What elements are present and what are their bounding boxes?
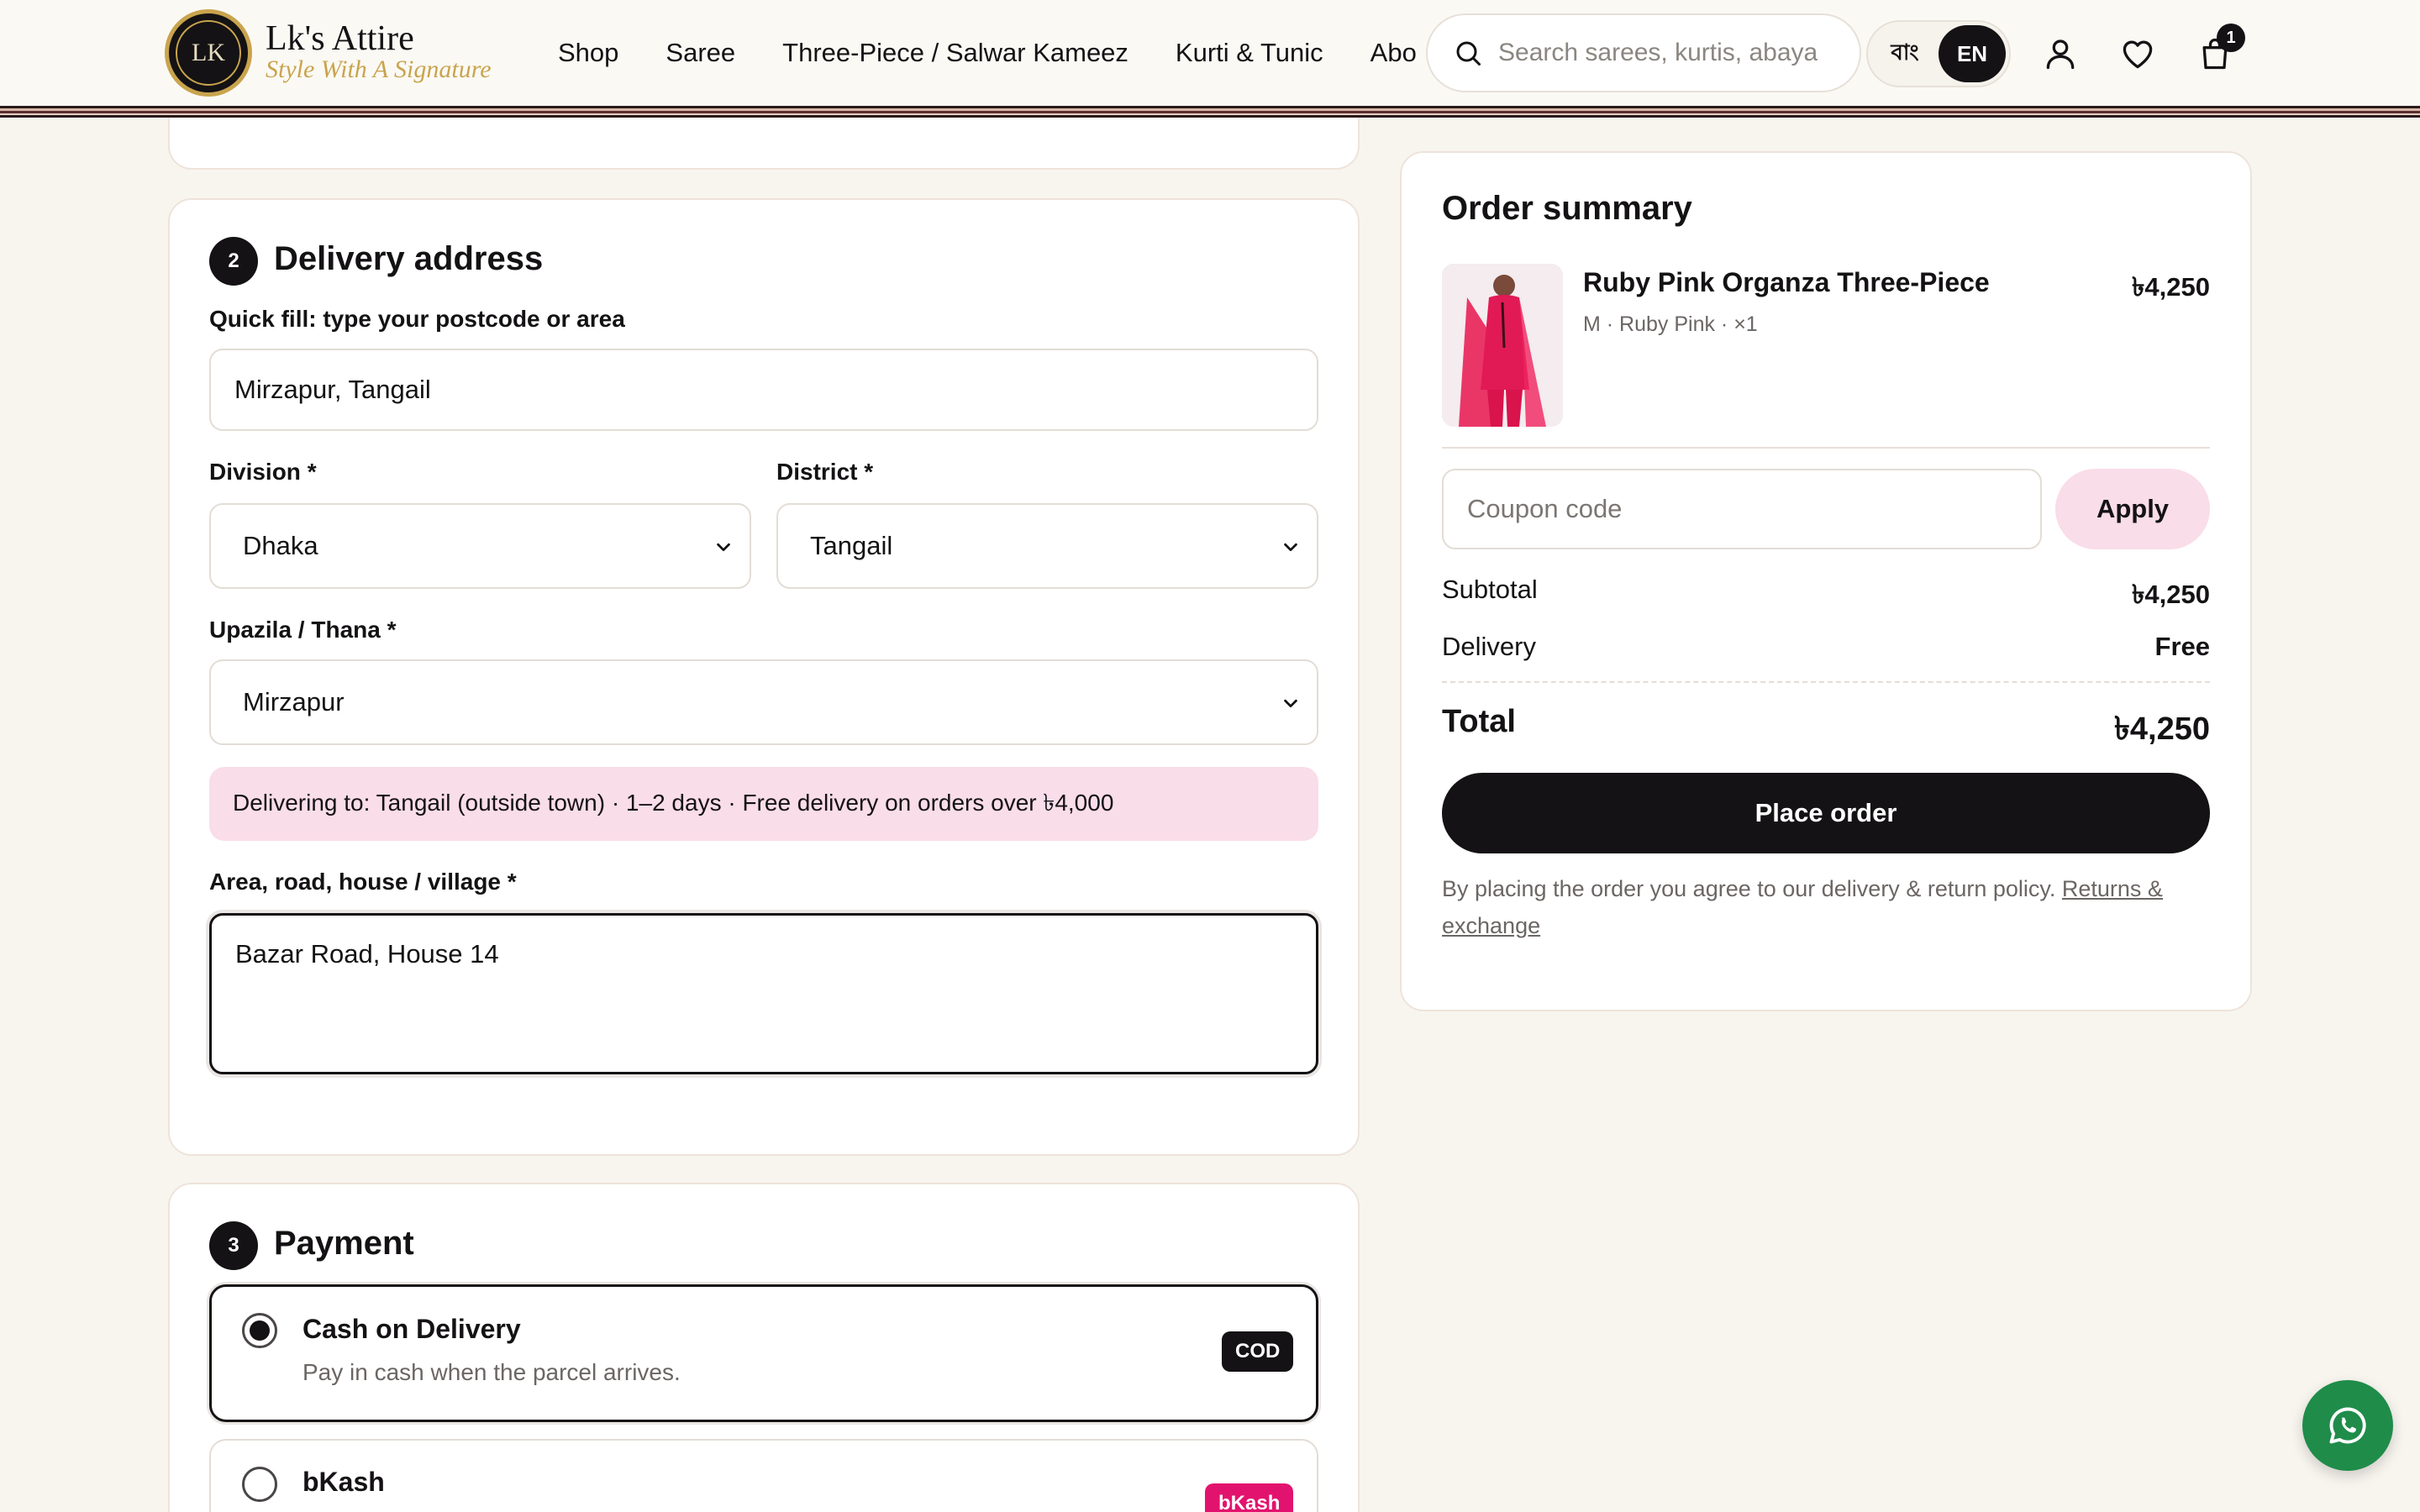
upazila-label: Upazila / Thana * xyxy=(209,617,397,643)
header-stripe xyxy=(0,106,2420,118)
nav-shop[interactable]: Shop xyxy=(558,32,618,74)
chevron-down-icon xyxy=(717,543,730,552)
nav-kurti-tunic[interactable]: Kurti & Tunic xyxy=(1176,32,1323,74)
place-order-button[interactable]: Place order xyxy=(1442,773,2210,853)
whatsapp-icon xyxy=(2329,1407,2366,1444)
policy-text: By placing the order you agree to our de… xyxy=(1442,876,2062,901)
subtotal-value: ৳4,250 xyxy=(2131,580,2210,609)
cart-count-badge: 1 xyxy=(2217,24,2245,52)
cod-radio[interactable] xyxy=(242,1313,277,1348)
nav-three-piece[interactable]: Three-Piece / Salwar Kameez xyxy=(782,32,1128,74)
product-image xyxy=(1442,264,1563,427)
main-nav: Shop Saree Three-Piece / Salwar Kameez K… xyxy=(538,25,1416,81)
step-number: 2 xyxy=(209,237,258,286)
total-label: Total xyxy=(1442,704,1516,739)
delivery-fee-value: Free xyxy=(2154,632,2210,661)
lang-english-button[interactable]: EN xyxy=(1939,25,2006,82)
division-label: Division * xyxy=(209,459,317,485)
cod-description: Pay in cash when the parcel arrives. xyxy=(302,1359,681,1385)
bkash-badge: bKash xyxy=(1205,1483,1294,1512)
address-textarea[interactable]: Bazar Road, House 14 xyxy=(209,913,1318,1074)
product-name[interactable]: Ruby Pink Organza Three-Piece xyxy=(1583,267,1990,298)
language-toggle: বাং EN xyxy=(1866,20,2011,87)
search-input[interactable] xyxy=(1498,39,1818,67)
lang-bangla-button[interactable]: বাং xyxy=(1871,35,1939,72)
delivery-title: Delivery address xyxy=(274,240,544,277)
chevron-down-icon xyxy=(1284,543,1297,552)
coupon-input[interactable] xyxy=(1442,469,2042,549)
brand-tagline: Style With A Signature xyxy=(266,55,492,83)
district-select[interactable]: Tangail xyxy=(776,503,1318,589)
site-header: LK Lk's Attire Style With A Signature Sh… xyxy=(0,0,2420,106)
cod-badge: COD xyxy=(1222,1331,1294,1372)
heart-icon[interactable] xyxy=(2119,35,2156,72)
payment-title: Payment xyxy=(274,1225,414,1262)
chevron-down-icon xyxy=(1284,699,1297,708)
total-value: ৳4,250 xyxy=(2113,711,2210,747)
district-value: Tangail xyxy=(810,531,893,560)
step-number: 3 xyxy=(209,1221,258,1270)
bkash-radio[interactable] xyxy=(242,1467,277,1502)
subtotal-label: Subtotal xyxy=(1442,575,1538,604)
upazila-select[interactable]: Mirzapur xyxy=(209,659,1318,745)
total-divider xyxy=(1442,681,2210,683)
brand-name[interactable]: Lk's Attire xyxy=(266,18,414,59)
policy-note: By placing the order you agree to our de… xyxy=(1442,870,2210,944)
address-label: Area, road, house / village * xyxy=(209,869,517,895)
division-select[interactable]: Dhaka xyxy=(209,503,751,589)
whatsapp-chat-button[interactable] xyxy=(2302,1380,2393,1471)
delivery-fee-label: Delivery xyxy=(1442,632,1536,661)
division-value: Dhaka xyxy=(243,531,318,560)
nav-saree[interactable]: Saree xyxy=(666,32,735,74)
user-icon[interactable] xyxy=(2042,35,2079,72)
cod-name: Cash on Delivery xyxy=(302,1314,521,1344)
district-label: District * xyxy=(776,459,874,485)
product-variant: M · Ruby Pink · ×1 xyxy=(1583,312,1758,336)
quick-fill-label: Quick fill: type your postcode or area xyxy=(209,306,625,332)
search-icon xyxy=(1456,41,1481,66)
order-summary-title: Order summary xyxy=(1442,190,1692,227)
logo-monogram: LK xyxy=(192,39,225,66)
brand-logo[interactable]: LK xyxy=(165,9,252,97)
product-thumbnail[interactable] xyxy=(1442,264,1563,427)
summary-divider xyxy=(1442,447,2210,449)
apply-coupon-button[interactable]: Apply xyxy=(2055,469,2210,549)
bkash-name: bKash xyxy=(302,1467,385,1497)
quick-fill-input[interactable] xyxy=(209,349,1318,431)
product-price: ৳4,250 xyxy=(2131,272,2210,302)
search-box[interactable] xyxy=(1426,13,1861,92)
payment-option-cod[interactable] xyxy=(209,1284,1318,1422)
nav-about[interactable]: About xyxy=(1370,32,1416,74)
delivery-notice: Delivering to: Tangail (outside town) · … xyxy=(209,767,1318,841)
logo-ring: LK xyxy=(176,20,241,86)
upazila-value: Mirzapur xyxy=(243,687,345,717)
